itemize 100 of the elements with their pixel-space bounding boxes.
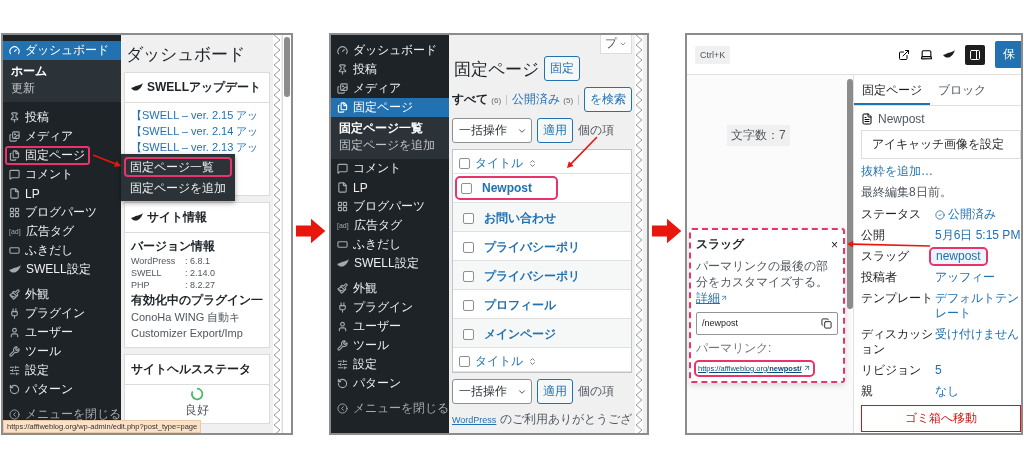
bulk-action-select[interactable]: 一括操作 <box>452 118 532 143</box>
tab[interactable]: ブロック <box>930 75 994 105</box>
menu-item[interactable]: ユーザー <box>331 317 449 336</box>
title-column-header[interactable]: タイトル <box>475 353 523 370</box>
checkbox[interactable] <box>459 356 470 367</box>
trash-button[interactable]: ゴミ箱へ移動 <box>861 405 1021 432</box>
meta-value[interactable]: 5月6日 5:15 PM <box>935 228 1021 243</box>
version-value: : 8.2.27 <box>185 280 217 291</box>
help-tab[interactable]: プ <box>600 35 632 54</box>
update-link[interactable]: 【SWELL – ver. 2.14 アッ <box>131 124 263 139</box>
page-title-link[interactable]: プロフィール <box>484 297 556 314</box>
checkbox[interactable] <box>463 329 474 340</box>
menu-item[interactable]: ブログパーツ <box>331 197 449 216</box>
meta-label: ステータス <box>861 207 922 222</box>
meta-label: 公開 <box>861 228 886 243</box>
search-button[interactable]: を検索 <box>584 87 632 112</box>
menu-item[interactable]: ダッシュボード <box>3 41 121 60</box>
flyout-item[interactable]: 固定ページを追加 <box>125 179 231 197</box>
menu-item[interactable]: 固定ページ <box>5 146 90 165</box>
menu-item[interactable]: 固定ページ <box>331 98 449 117</box>
checkbox[interactable] <box>463 213 474 224</box>
apply-button[interactable]: 適用 <box>537 379 573 404</box>
menu-item[interactable]: プラグイン <box>331 298 449 317</box>
meta-value[interactable]: 5 <box>935 363 942 378</box>
menu-item[interactable]: ふきだし <box>3 241 121 260</box>
collapse-menu-button[interactable]: メニューを閉じる <box>331 399 449 418</box>
meta-value[interactable]: レート <box>935 306 1021 321</box>
version-name: WordPress <box>131 256 177 267</box>
menu-item[interactable]: ブログパーツ <box>3 203 121 222</box>
meta-value[interactable]: デフォルトテン <box>935 291 1021 306</box>
checkbox[interactable] <box>459 158 470 169</box>
menu-item[interactable]: 設定 <box>331 355 449 374</box>
wrench-icon <box>337 340 348 351</box>
status-ring-icon <box>190 387 204 401</box>
submenu-item[interactable]: ホーム <box>3 63 47 80</box>
page-title-link[interactable]: Newpost <box>482 181 532 195</box>
flyout-item[interactable]: 固定ページ一覧 <box>125 158 231 176</box>
menu-item[interactable]: 投稿 <box>3 108 121 127</box>
menu-item[interactable]: ユーザー <box>3 323 121 342</box>
update-link[interactable]: 【SWELL – ver. 2.15 アッ <box>131 108 263 123</box>
pages-icon <box>9 150 20 161</box>
card-title: SWELLアップデート <box>147 79 261 96</box>
menu-item[interactable]: コメント <box>331 159 449 178</box>
excerpt-link[interactable]: 抜粋を追加… <box>861 163 1021 180</box>
page-title-link[interactable]: プライバシーポリ <box>484 239 580 256</box>
sidebar-toggle-button[interactable] <box>965 44 985 65</box>
bulk-action-select[interactable]: 一括操作 <box>452 379 532 404</box>
menu-item[interactable]: 設定 <box>3 361 121 380</box>
laptop-icon[interactable] <box>920 48 933 61</box>
filter-link[interactable]: 公開済み (5) <box>512 91 574 108</box>
external-link-icon[interactable] <box>898 48 910 61</box>
panel-icon <box>969 48 981 61</box>
save-button[interactable]: 保 <box>995 41 1021 68</box>
file-icon <box>337 182 348 193</box>
submenu-item[interactable]: 更新 <box>3 80 35 97</box>
menu-item[interactable]: SWELL設定 <box>331 254 449 273</box>
filter-link[interactable]: すべて (6) <box>452 91 502 108</box>
menu-item[interactable]: パターン <box>3 380 121 399</box>
menu-item[interactable]: 投稿 <box>331 60 449 79</box>
menu-item[interactable]: ふきだし <box>331 235 449 254</box>
meta-value[interactable]: アッフィー <box>935 270 995 285</box>
apply-button[interactable]: 適用 <box>537 118 573 143</box>
menu-item[interactable]: コメント <box>3 165 121 184</box>
page-heading: ダッシュボード <box>125 44 246 66</box>
menu-item[interactable]: ダッシュボード <box>331 41 449 60</box>
checkbox[interactable] <box>463 271 474 282</box>
sort-icon <box>528 357 537 366</box>
update-link[interactable]: 【SWELL – ver. 2.13 アッ <box>131 140 263 155</box>
meta-label: スラッグ <box>861 249 910 264</box>
menu-item[interactable]: LP <box>3 184 121 203</box>
menu-item[interactable]: SWELL設定 <box>3 260 121 279</box>
submenu-item[interactable]: 固定ページを追加 <box>331 137 435 154</box>
menu-item[interactable]: 外観 <box>331 279 449 298</box>
slug-field[interactable]: /newpost <box>696 311 838 335</box>
plug-icon <box>9 308 20 319</box>
menu-item[interactable]: ツール <box>3 342 121 361</box>
meta-value[interactable]: なし <box>935 384 959 399</box>
submenu-item[interactable]: 固定ページ一覧 <box>331 120 423 137</box>
close-button[interactable]: × <box>831 237 838 252</box>
menu-item[interactable]: プラグイン <box>3 304 121 323</box>
menu-item[interactable]: メディア <box>3 127 121 146</box>
menu-item[interactable]: ツール <box>331 336 449 355</box>
menu-item[interactable]: LP <box>331 178 449 197</box>
meta-label: ディスカッション <box>861 327 933 357</box>
menu-item[interactable]: メディア <box>331 79 449 98</box>
checkbox[interactable] <box>463 242 474 253</box>
collapse-icon <box>9 409 20 420</box>
meta-value[interactable]: newpost <box>931 249 986 264</box>
menu-item[interactable]: 外観 <box>3 285 121 304</box>
tab[interactable]: 固定ページ <box>854 75 930 105</box>
meta-value[interactable]: 受け付けません <box>935 327 1019 342</box>
add-page-button[interactable]: 固定 <box>544 56 580 81</box>
help-link[interactable]: 詳細 <box>696 291 728 306</box>
meta-value[interactable]: 公開済み <box>948 207 996 222</box>
featured-image-button[interactable]: アイキャッチ画像を設定 <box>861 130 1021 159</box>
checkbox[interactable] <box>461 182 472 194</box>
menu-item[interactable]: パターン <box>331 374 449 393</box>
checkbox[interactable] <box>463 300 474 311</box>
wordpress-link[interactable]: WordPress <box>452 415 497 425</box>
title-column-header[interactable]: タイトル <box>475 155 523 172</box>
